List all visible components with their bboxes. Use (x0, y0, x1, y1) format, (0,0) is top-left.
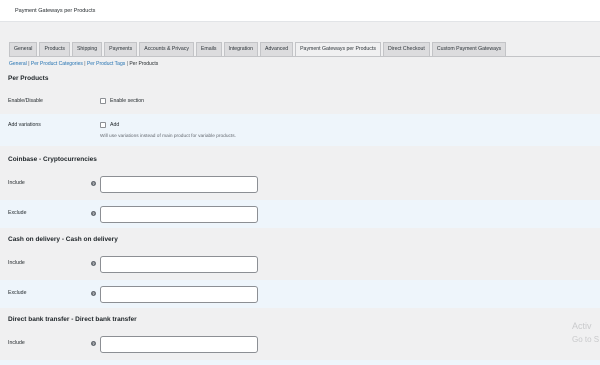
tab-payment-gateways-per-products[interactable]: Payment Gateways per Products (295, 42, 381, 56)
coinbase-exclude-row: Exclude ? (0, 200, 600, 228)
help-icon[interactable]: ? (91, 181, 96, 186)
variations-checkbox-label[interactable]: Add (110, 122, 119, 128)
subnav-tags-link[interactable]: Per Product Tags (87, 61, 125, 67)
tab-emails[interactable]: Emails (195, 42, 222, 56)
tab-advanced[interactable]: Advanced (260, 42, 294, 56)
bank-transfer-include-input[interactable] (100, 336, 258, 353)
subnav-separator: | (84, 61, 86, 67)
variations-row: Add variations Add Will use variations i… (0, 114, 600, 146)
cod-include-row: Include ? (0, 250, 600, 280)
top-bar: Payment Gateways per Products (0, 0, 600, 22)
tab-general[interactable]: General (9, 42, 38, 56)
help-icon[interactable]: ? (91, 291, 96, 296)
cod-exclude-input[interactable] (100, 286, 258, 303)
cod-include-input[interactable] (100, 256, 258, 273)
next-row-edge (0, 360, 600, 365)
variations-description: Will use variations instead of main prod… (100, 134, 236, 139)
coinbase-exclude-label: Exclude (8, 210, 27, 216)
enable-checkbox[interactable] (100, 98, 106, 104)
subnav-categories-link[interactable]: Per Product Categories (31, 61, 83, 67)
bank-transfer-heading: Direct bank transfer - Direct bank trans… (8, 316, 137, 323)
help-icon[interactable]: ? (91, 211, 96, 216)
bank-transfer-include-label: Include (8, 340, 25, 346)
cod-exclude-row: Exclude ? (0, 280, 600, 308)
enable-checkbox-label[interactable]: Enable section (110, 98, 144, 104)
cod-include-label: Include (8, 260, 25, 266)
enable-row: Enable/Disable Enable section (0, 90, 600, 114)
enable-label: Enable/Disable (8, 98, 43, 104)
tab-products[interactable]: Products (39, 42, 70, 56)
coinbase-heading: Coinbase - Cryptocurrencies (8, 156, 97, 163)
tabs-divider (9, 56, 600, 57)
per-products-heading: Per Products (8, 75, 49, 82)
section-subnav: General | Per Product Categories | Per P… (9, 61, 158, 67)
variations-checkbox[interactable] (100, 122, 106, 128)
coinbase-include-label: Include (8, 180, 25, 186)
subnav-separator: | (126, 61, 128, 67)
coinbase-include-input[interactable] (100, 176, 258, 193)
bank-transfer-include-row: Include ? (0, 330, 600, 360)
coinbase-include-row: Include ? (0, 170, 600, 200)
cod-exclude-label: Exclude (8, 290, 27, 296)
page-title: Payment Gateways per Products (15, 8, 96, 14)
coinbase-exclude-input[interactable] (100, 206, 258, 223)
subnav-separator: | (28, 61, 30, 67)
help-icon[interactable]: ? (91, 341, 96, 346)
tab-integration[interactable]: Integration (223, 42, 259, 56)
subnav-current: Per Products (129, 61, 159, 67)
tab-accounts-privacy[interactable]: Accounts & Privacy (139, 42, 194, 56)
tab-payments[interactable]: Payments (104, 42, 138, 56)
settings-tabs: General Products Shipping Payments Accou… (9, 42, 507, 56)
tab-shipping[interactable]: Shipping (71, 42, 103, 56)
watermark-line2: Go to S (572, 335, 600, 344)
watermark-line1: Activ (572, 321, 592, 331)
variations-label: Add variations (8, 122, 41, 128)
subnav-general-link[interactable]: General (9, 61, 27, 67)
help-icon[interactable]: ? (91, 261, 96, 266)
activation-watermark: Activ Go to S (572, 320, 599, 346)
tab-custom-payment-gateways[interactable]: Custom Payment Gateways (431, 42, 507, 56)
tab-direct-checkout[interactable]: Direct Checkout (382, 42, 430, 56)
cod-heading: Cash on delivery - Cash on delivery (8, 236, 118, 243)
